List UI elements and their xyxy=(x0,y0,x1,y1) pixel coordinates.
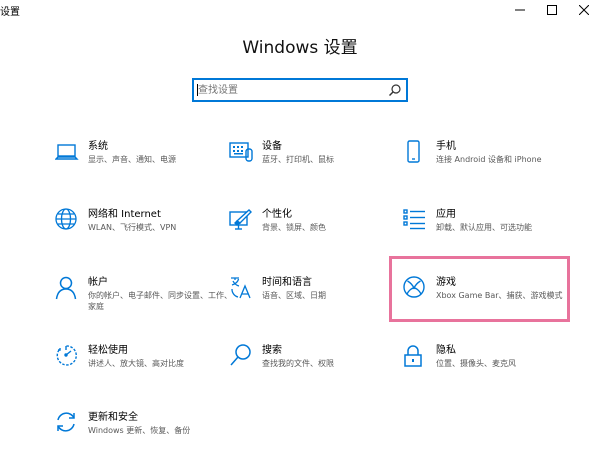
close-button[interactable] xyxy=(568,0,600,20)
tile-network-desc: WLAN、飞行模式、VPN xyxy=(88,223,177,232)
tile-time-language-desc: 语音、区域、日期 xyxy=(262,291,326,300)
tile-gaming-desc: Xbox Game Bar、捕获、游戏模式 xyxy=(436,291,563,300)
brush-icon xyxy=(229,208,253,232)
tile-gaming-name: 游戏 xyxy=(436,277,456,288)
tile-network[interactable]: 网络和 Internet WLAN、飞行模式、VPN xyxy=(55,208,235,260)
xbox-icon xyxy=(403,276,427,300)
tile-privacy[interactable]: 隐私 位置、摄像头、麦克风 xyxy=(403,344,583,396)
tile-phone[interactable]: 手机 连接 Android 设备和 iPhone xyxy=(403,140,583,192)
page-title: Windows 设置 xyxy=(242,38,358,58)
tile-time-language-name: 时间和语言 xyxy=(262,277,312,288)
search-box[interactable] xyxy=(192,78,408,102)
tile-privacy-name: 隐私 xyxy=(436,345,456,356)
window-controls xyxy=(504,0,600,20)
maximize-button[interactable] xyxy=(536,0,568,20)
close-icon xyxy=(579,5,589,15)
keyboard-icon xyxy=(229,140,253,164)
tile-search[interactable]: 搜索 查找我的文件、权限 xyxy=(229,344,409,396)
tile-apps-name: 应用 xyxy=(436,209,456,220)
maximize-icon xyxy=(547,5,557,15)
globe-icon xyxy=(55,208,79,232)
tile-personalization-desc: 背景、锁屏、颜色 xyxy=(262,223,326,232)
laptop-icon xyxy=(55,140,79,164)
tile-update-security-desc: Windows 更新、恢复、备份 xyxy=(88,426,191,435)
tile-system-desc: 显示、声音、通知、电源 xyxy=(88,155,176,164)
tile-ease-of-access-name: 轻松使用 xyxy=(88,345,128,356)
search-icon[interactable] xyxy=(388,83,402,97)
tile-system-name: 系统 xyxy=(88,141,108,152)
person-icon xyxy=(55,276,79,300)
tile-accounts-name: 帐户 xyxy=(88,277,108,288)
tile-search-desc: 查找我的文件、权限 xyxy=(262,359,334,368)
minimize-icon xyxy=(515,9,525,11)
tile-update-security[interactable]: 更新和安全 Windows 更新、恢复、备份 xyxy=(55,411,235,450)
tile-accounts-desc: 你的帐户、电子邮件、同步设置、工作、家庭 xyxy=(88,291,232,311)
tile-personalization[interactable]: 个性化 背景、锁屏、颜色 xyxy=(229,208,409,260)
phone-icon xyxy=(403,140,427,164)
tile-apps[interactable]: 应用 卸载、默认应用、可选功能 xyxy=(403,208,583,260)
title-bar: 设置 xyxy=(0,0,600,20)
tile-update-security-name: 更新和安全 xyxy=(88,412,138,423)
tile-phone-desc: 连接 Android 设备和 iPhone xyxy=(436,155,542,164)
refresh-icon xyxy=(55,411,79,435)
tile-personalization-name: 个性化 xyxy=(262,209,292,220)
tile-apps-desc: 卸载、默认应用、可选功能 xyxy=(436,223,532,232)
magnifier-icon xyxy=(229,344,253,368)
minimize-button[interactable] xyxy=(504,0,536,20)
ease-of-access-icon xyxy=(55,344,79,368)
tile-accounts[interactable]: 帐户 你的帐户、电子邮件、同步设置、工作、家庭 xyxy=(55,276,235,328)
tile-ease-of-access[interactable]: 轻松使用 讲述人、放大镜、高对比度 xyxy=(55,344,235,396)
tile-devices[interactable]: 设备 蓝牙、打印机、鼠标 xyxy=(229,140,409,192)
time-language-icon xyxy=(229,276,253,300)
window-title: 设置 xyxy=(0,7,20,18)
lock-icon xyxy=(403,344,427,368)
tile-devices-desc: 蓝牙、打印机、鼠标 xyxy=(262,155,334,164)
search-input[interactable] xyxy=(198,80,384,100)
list-icon xyxy=(403,208,427,232)
tile-ease-of-access-desc: 讲述人、放大镜、高对比度 xyxy=(88,359,184,368)
tile-network-name: 网络和 Internet xyxy=(88,209,161,220)
tile-time-language[interactable]: 时间和语言 语音、区域、日期 xyxy=(229,276,409,328)
tile-search-name: 搜索 xyxy=(262,345,282,356)
tile-devices-name: 设备 xyxy=(262,141,282,152)
tile-gaming[interactable]: 游戏 Xbox Game Bar、捕获、游戏模式 xyxy=(403,276,583,328)
tile-privacy-desc: 位置、摄像头、麦克风 xyxy=(436,359,516,368)
tile-phone-name: 手机 xyxy=(436,141,456,152)
tile-system[interactable]: 系统 显示、声音、通知、电源 xyxy=(55,140,235,192)
